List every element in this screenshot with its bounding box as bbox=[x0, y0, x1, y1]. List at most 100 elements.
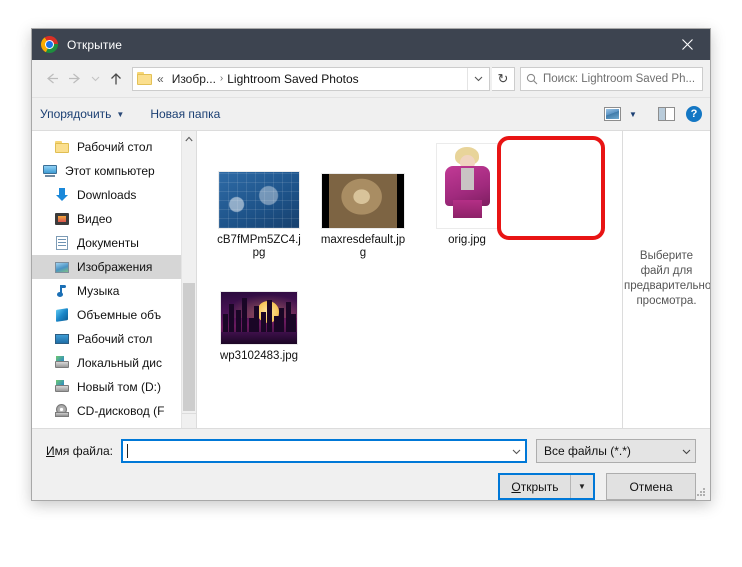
breadcrumb-current[interactable]: Lightroom Saved Photos bbox=[227, 72, 467, 86]
text-cursor bbox=[126, 444, 128, 458]
open-button-label[interactable]: Открыть bbox=[500, 475, 571, 498]
open-accel: О bbox=[511, 479, 521, 494]
sidebar-item-4[interactable]: Документы bbox=[32, 231, 196, 255]
music-icon bbox=[54, 283, 70, 299]
filename-label-accel: И bbox=[46, 444, 55, 458]
sidebar-item-label: Рабочий стол bbox=[77, 332, 153, 346]
scroll-up-icon[interactable] bbox=[182, 131, 196, 146]
open-dropdown-icon[interactable]: ▼ bbox=[571, 475, 593, 498]
search-icon bbox=[526, 73, 538, 85]
refresh-icon[interactable]: ↻ bbox=[492, 66, 515, 91]
file-item[interactable]: wp3102483.jpg bbox=[211, 260, 307, 363]
file-name: orig.jpg bbox=[448, 234, 486, 246]
filename-input[interactable] bbox=[120, 439, 527, 463]
computer-icon bbox=[42, 163, 58, 179]
file-thumbnail bbox=[219, 146, 299, 228]
pictures-icon bbox=[54, 259, 70, 275]
command-toolbar: Упорядочить ▼ Новая папка ▼ ? bbox=[32, 97, 710, 130]
navigation-pane: Рабочий стол Этот компьютер Downloads Видео… bbox=[32, 131, 197, 428]
file-item[interactable]: cB7fMPm5ZC4.jpg bbox=[211, 144, 307, 260]
search-box[interactable]: Поиск: Lightroom Saved Ph... bbox=[520, 66, 703, 91]
sidebar-item-label: Видео bbox=[77, 212, 113, 226]
file-name: maxresdefault.jpg bbox=[320, 234, 406, 259]
open-button[interactable]: Открыть ▼ bbox=[498, 473, 595, 500]
file-item[interactable]: orig.jpg bbox=[419, 144, 515, 247]
new-folder-button[interactable]: Новая папка bbox=[150, 107, 220, 121]
footer-row-buttons: Открыть ▼ Отмена bbox=[46, 473, 696, 500]
preview-pane-icon[interactable] bbox=[654, 102, 678, 126]
sidebar-item-label: Музыка bbox=[77, 284, 120, 298]
organize-button[interactable]: Упорядочить ▼ bbox=[40, 107, 124, 121]
scroll-down-icon[interactable] bbox=[182, 413, 196, 428]
view-mode-icon[interactable] bbox=[600, 102, 624, 126]
file-thumbnail bbox=[322, 146, 404, 228]
breadcrumb-separator-icon: › bbox=[219, 73, 224, 84]
chevron-down-icon: ▼ bbox=[116, 109, 125, 119]
address-chevron-down-icon[interactable] bbox=[467, 67, 489, 90]
file-item[interactable]: maxresdefault.jpg bbox=[315, 144, 411, 260]
filename-chevron-down-icon[interactable] bbox=[507, 448, 525, 455]
filetype-value: Все файлы (*.*) bbox=[544, 444, 631, 458]
sidebar-scrollbar[interactable] bbox=[181, 131, 196, 428]
drive-icon bbox=[54, 379, 70, 395]
documents-icon bbox=[54, 235, 70, 251]
new-folder-label: Новая папка bbox=[150, 107, 221, 121]
organize-label: Упорядочить bbox=[40, 107, 112, 121]
arrow-up-icon[interactable] bbox=[104, 66, 128, 92]
breadcrumb-parent[interactable]: Изобр... bbox=[172, 72, 216, 86]
sidebar-item-12[interactable]: Сеть bbox=[32, 423, 196, 428]
folder-icon bbox=[137, 72, 152, 85]
filename-label-rest: мя файла: bbox=[54, 444, 113, 458]
sidebar-item-9[interactable]: Локальный дис bbox=[32, 351, 196, 375]
sidebar-item-6[interactable]: Музыка bbox=[32, 279, 196, 303]
desktop-icon bbox=[54, 331, 70, 347]
open-file-dialog: Открытие « Изобр... › Lightroom Saved Ph… bbox=[31, 28, 711, 501]
sidebar-item-label: CD-дисковод (F bbox=[77, 404, 165, 418]
sidebar-list: Рабочий стол Этот компьютер Downloads Видео… bbox=[32, 131, 196, 428]
sidebar-item-label: Документы bbox=[77, 236, 139, 250]
address-bar[interactable]: « Изобр... › Lightroom Saved Photos bbox=[132, 66, 490, 91]
resize-grip-icon[interactable] bbox=[696, 487, 706, 497]
title-bar: Открытие bbox=[32, 29, 710, 60]
network-icon bbox=[42, 427, 58, 428]
downloads-icon bbox=[54, 187, 70, 203]
sidebar-item-3[interactable]: Видео bbox=[32, 207, 196, 231]
cd-drive-icon bbox=[54, 403, 70, 419]
sidebar-item-label: Объемные объ bbox=[77, 308, 162, 322]
filetype-chevron-down-icon[interactable] bbox=[682, 442, 691, 460]
sidebar-item-0[interactable]: Рабочий стол bbox=[32, 135, 196, 159]
navigation-bar: « Изобр... › Lightroom Saved Photos ↻ По… bbox=[32, 60, 710, 97]
close-icon[interactable] bbox=[665, 29, 710, 60]
cancel-button[interactable]: Отмена bbox=[606, 473, 696, 500]
sidebar-item-label: Рабочий стол bbox=[77, 140, 153, 154]
sidebar-item-label: Новый том (D:) bbox=[77, 380, 161, 394]
sidebar-item-8[interactable]: Рабочий стол bbox=[32, 327, 196, 351]
sidebar-item-5[interactable]: Изображения bbox=[32, 255, 196, 279]
sidebar-item-label: Изображения bbox=[77, 260, 153, 274]
help-icon[interactable]: ? bbox=[686, 106, 702, 122]
preview-pane: Выберите файл для предварительного просм… bbox=[622, 131, 710, 428]
3d-objects-icon bbox=[54, 307, 70, 323]
search-input[interactable]: Поиск: Lightroom Saved Ph... bbox=[543, 73, 695, 85]
sidebar-item-1[interactable]: Этот компьютер bbox=[32, 159, 196, 183]
sidebar-item-7[interactable]: Объемные объ bbox=[32, 303, 196, 327]
filetype-select[interactable]: Все файлы (*.*) bbox=[536, 439, 696, 463]
chevron-down-icon[interactable] bbox=[87, 66, 104, 92]
view-chevron-down-icon[interactable]: ▼ bbox=[624, 102, 640, 126]
chrome-icon bbox=[41, 36, 58, 53]
file-list-view[interactable]: cB7fMPm5ZC4.jpg maxresdefault.jpg orig.jpg… bbox=[197, 131, 622, 428]
arrow-right-icon[interactable] bbox=[63, 66, 87, 92]
file-name: wp3102483.jpg bbox=[219, 350, 298, 362]
window-title: Открытие bbox=[67, 37, 123, 52]
arrow-left-icon[interactable] bbox=[39, 66, 63, 92]
scrollbar-thumb[interactable] bbox=[183, 283, 195, 411]
filename-label: Имя файла: bbox=[46, 444, 113, 458]
screenshot-root: Открытие « Изобр... › Lightroom Saved Ph… bbox=[0, 0, 742, 567]
sidebar-item-11[interactable]: CD-дисковод (F bbox=[32, 399, 196, 423]
folder-icon bbox=[54, 139, 70, 155]
file-name: cB7fMPm5ZC4.jpg bbox=[217, 234, 301, 259]
sidebar-item-2[interactable]: Downloads bbox=[32, 183, 196, 207]
dialog-footer: Имя файла: Все файлы (*.*) О ткрыть ▼ От… bbox=[32, 428, 710, 500]
sidebar-item-10[interactable]: Новый том (D:) bbox=[32, 375, 196, 399]
drive-icon bbox=[54, 355, 70, 371]
